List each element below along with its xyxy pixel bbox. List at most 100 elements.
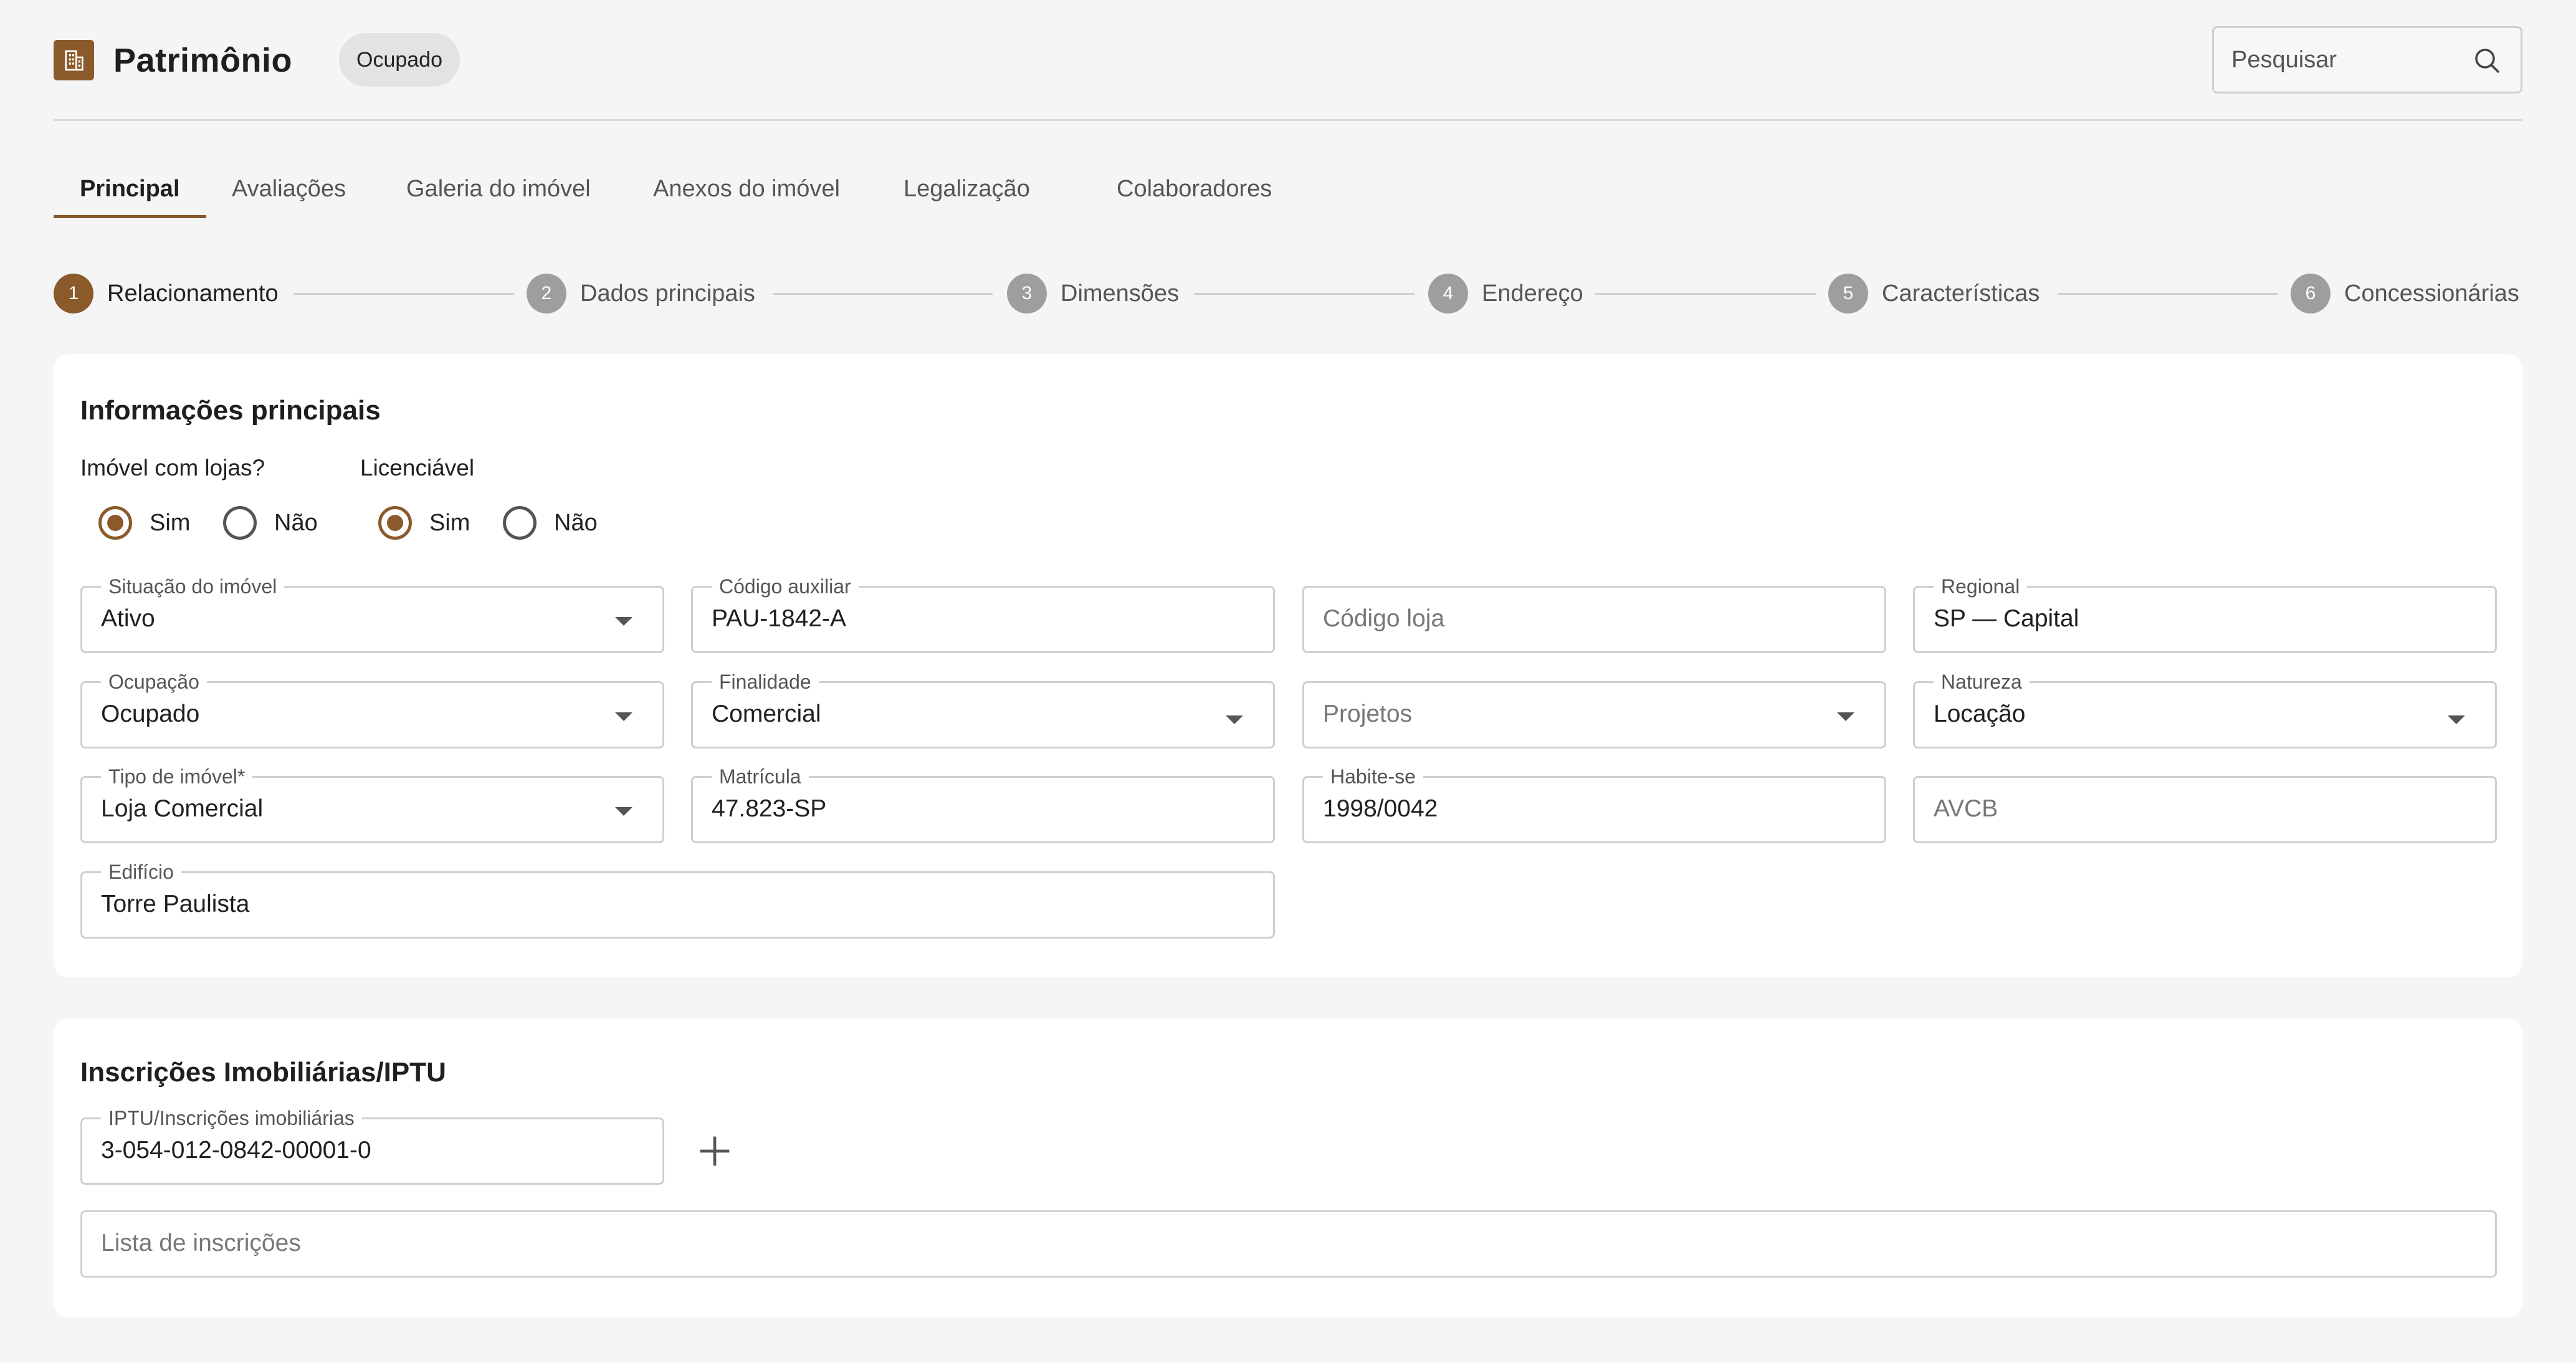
habite-se-field[interactable]: Habite-se 1998/0042 (1302, 764, 1886, 843)
field-value: 1998/0042 (1323, 795, 1438, 822)
field-label: Situação do imóvel (101, 574, 285, 599)
field-value: PAU-1842-A (712, 605, 847, 632)
field-placeholder: Projetos (1323, 701, 1413, 727)
field-label: Natureza (1934, 669, 2030, 694)
regional-field[interactable]: Regional SP — Capital (1913, 574, 2497, 653)
field-value: 47.823-SP (712, 795, 827, 822)
codigo-auxiliar-field[interactable]: Código auxiliar PAU-1842-A (691, 574, 1275, 653)
step-connector (2058, 293, 2278, 295)
avcb-field[interactable]: AVCB (1913, 776, 2497, 843)
field-value: Torre Paulista (101, 891, 250, 917)
tab-colaboradores[interactable]: Colaboradores (1090, 168, 1298, 218)
step-number: 4 (1428, 274, 1468, 313)
step-endereco[interactable]: 4 Endereço (1428, 272, 1583, 315)
radio-checked-icon (378, 506, 412, 540)
edificio-field[interactable]: Edifício Torre Paulista (80, 859, 1275, 939)
ocupacao-select[interactable]: Ocupação Ocupado (80, 669, 664, 748)
tab-galeria[interactable]: Galeria do imóvel (380, 168, 617, 218)
lojas-radio-sim[interactable]: Sim (98, 506, 190, 540)
section-title: Informações principais (80, 395, 381, 426)
caret-down-icon (615, 617, 632, 626)
caret-down-icon (1837, 712, 1854, 721)
licenciavel-radio-sim[interactable]: Sim (378, 506, 470, 540)
step-label: Endereço (1482, 280, 1583, 307)
step-dimensoes[interactable]: 3 Dimensões (1007, 272, 1179, 315)
licenciavel-radio-nao[interactable]: Não (503, 506, 598, 540)
tipo-imovel-select[interactable]: Tipo de imóvel* Loja Comercial (80, 764, 664, 843)
field-label: Código auxiliar (712, 574, 859, 599)
step-caracteristicas[interactable]: 5 Características (1828, 272, 2039, 315)
codigo-loja-field[interactable]: Código loja (1302, 586, 1886, 653)
field-value: Locação (1934, 701, 2026, 727)
stepper: 1 Relacionamento 2 Dados principais 3 Di… (54, 272, 2522, 315)
search-icon[interactable] (2472, 45, 2502, 75)
step-number: 5 (1828, 274, 1868, 313)
field-label: Regional (1934, 574, 2028, 599)
card-informacoes-principais: Informações principais Imóvel com lojas?… (54, 354, 2522, 977)
field-label: Habite-se (1323, 764, 1423, 789)
field-label: Ocupação (101, 669, 207, 694)
plus-icon[interactable] (693, 1129, 737, 1173)
field-label: Edifício (101, 859, 181, 884)
tab-principal[interactable]: Principal (54, 168, 206, 218)
step-relacionamento[interactable]: 1 Relacionamento (54, 272, 279, 315)
radio-checked-icon (98, 506, 132, 540)
step-connector (1194, 293, 1414, 295)
field-value: Ativo (101, 605, 155, 632)
field-placeholder: Lista de inscrições (101, 1230, 301, 1256)
radio-label: Sim (150, 509, 191, 536)
field-value: Loja Comercial (101, 795, 264, 822)
field-placeholder: Código loja (1323, 605, 1445, 632)
lojas-radio-nao[interactable]: Não (223, 506, 318, 540)
step-concessionarias[interactable]: 6 Concessionárias (2291, 272, 2519, 315)
step-connector (293, 293, 514, 295)
lojas-question-label: Imóvel com lojas? (80, 455, 265, 481)
radio-label: Não (554, 509, 598, 536)
caret-down-icon (615, 807, 632, 816)
field-label: IPTU/Inscrições imobiliárias (101, 1106, 362, 1131)
status-badge: Ocupado (339, 33, 460, 87)
field-label: Finalidade (712, 669, 819, 694)
field-label: Tipo de imóvel* (101, 764, 253, 789)
field-placeholder: AVCB (1934, 795, 1998, 822)
field-value: Comercial (712, 701, 821, 727)
step-label: Relacionamento (107, 280, 279, 307)
matricula-field[interactable]: Matrícula 47.823-SP (691, 764, 1275, 843)
step-number: 2 (527, 274, 566, 313)
step-connector (1595, 293, 1816, 295)
field-value: 3-054-012-0842-00001-0 (101, 1137, 371, 1164)
natureza-select[interactable]: Natureza Locação (1913, 669, 2497, 748)
step-dados-principais[interactable]: 2 Dados principais (527, 272, 755, 315)
field-value: SP — Capital (1934, 605, 2079, 632)
step-number: 6 (2291, 274, 2330, 313)
tab-anexos[interactable]: Anexos do imóvel (627, 168, 866, 218)
step-number: 3 (1007, 274, 1047, 313)
radio-label: Sim (429, 509, 470, 536)
field-value: Ocupado (101, 701, 200, 727)
situacao-select[interactable]: Situação do imóvel Ativo (80, 574, 664, 653)
radio-unchecked-icon (503, 506, 537, 540)
inscricoes-list-field[interactable]: Lista de inscrições (80, 1210, 2497, 1278)
search-input[interactable] (2231, 28, 2468, 92)
projetos-select[interactable]: Projetos (1302, 681, 1886, 748)
step-label: Dados principais (580, 280, 755, 307)
licenciavel-label: Licenciável (360, 455, 475, 481)
card-iptu: Inscrições Imobiliárias/IPTU IPTU/Inscri… (54, 1018, 2522, 1318)
step-label: Características (1882, 280, 2040, 307)
step-connector (773, 293, 993, 295)
radio-unchecked-icon (223, 506, 257, 540)
caret-down-icon (615, 712, 632, 721)
building-icon (54, 40, 94, 80)
app-header: Patrimônio Ocupado (54, 0, 2522, 121)
step-label: Dimensões (1061, 280, 1180, 307)
step-number: 1 (54, 274, 93, 313)
finalidade-select[interactable]: Finalidade Comercial (691, 669, 1275, 748)
caret-down-icon (1226, 715, 1243, 724)
tab-legalizacao[interactable]: Legalização (877, 168, 1056, 218)
step-label: Concessionárias (2344, 280, 2519, 307)
tab-avaliacoes[interactable]: Avaliações (206, 168, 372, 218)
iptu-field[interactable]: IPTU/Inscrições imobiliárias 3-054-012-0… (80, 1106, 664, 1185)
field-label: Matrícula (712, 764, 809, 789)
search-box[interactable] (2212, 26, 2522, 93)
tab-bar: Principal Avaliações Galeria do imóvel A… (54, 121, 2522, 233)
